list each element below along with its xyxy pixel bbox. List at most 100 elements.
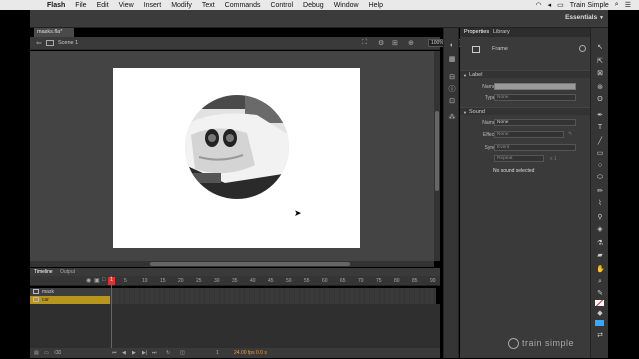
polystar-tool-icon[interactable]: ⬭ [596, 174, 604, 182]
edit-scene-icon[interactable]: ⛶ [362, 39, 367, 47]
components-panel-icon[interactable]: ⁂ [448, 114, 456, 121]
align-panel-icon[interactable]: ⊟ [448, 74, 456, 81]
line-tool-icon[interactable]: ╱ [596, 138, 604, 146]
layer-mask[interactable]: mask [30, 288, 110, 296]
scene-label[interactable]: Scene 1 [58, 40, 78, 46]
onion-skin-icon[interactable]: ◫ [180, 350, 185, 356]
lasso-tool-icon[interactable]: ʘ [596, 96, 604, 104]
eraser-tool-icon[interactable]: ▰ [596, 252, 604, 260]
layer-name[interactable]: mask [42, 289, 54, 295]
sound-repeat-select[interactable]: Repeat [494, 155, 544, 162]
sound-sync-select[interactable]: Event [494, 144, 576, 151]
repeat-count[interactable]: x 1 [550, 156, 557, 162]
spotlight-icon[interactable]: ⌕ [615, 1, 619, 9]
bone-tool-icon[interactable]: ⚲ [596, 214, 604, 222]
masked-car-image[interactable] [185, 95, 289, 199]
layer-frames[interactable] [110, 288, 436, 296]
paint-bucket-tool-icon[interactable]: ◈ [596, 226, 604, 234]
transform-panel-icon[interactable]: ⊡ [448, 98, 456, 105]
layer-car[interactable]: car [30, 296, 110, 304]
label-type-select[interactable]: None [494, 94, 576, 101]
zoom-tool-icon[interactable]: ⌕ [596, 278, 604, 286]
label-section[interactable]: ▼ Label [460, 70, 590, 78]
menu-debug[interactable]: Debug [303, 2, 324, 9]
selection-tool-icon[interactable]: ↖ [596, 44, 604, 52]
info-panel-icon[interactable]: ⓘ [448, 86, 456, 93]
snap-icon[interactable]: ⊞ [392, 39, 398, 47]
notifications-icon[interactable]: ☰ [625, 1, 631, 9]
layer-frames[interactable] [110, 296, 436, 304]
hand-tool-icon[interactable]: ✋ [596, 266, 605, 274]
go-first-frame-icon[interactable]: ⏮ [112, 350, 117, 356]
color-panel-icon[interactable]: ◐ [448, 42, 456, 49]
scroll-thumb[interactable] [435, 111, 439, 191]
menu-insert[interactable]: Insert [144, 2, 162, 9]
fill-color-swatch[interactable] [595, 320, 604, 326]
text-tool-icon[interactable]: T [596, 124, 604, 132]
brush-tool-icon[interactable]: ⌇ [596, 200, 604, 208]
edit-symbols-icon[interactable]: ⚙ [378, 39, 384, 47]
center-stage-icon[interactable]: ⊕ [408, 39, 414, 47]
user-name[interactable]: Train Simple [570, 2, 609, 9]
play-icon[interactable]: ▶ [132, 350, 136, 356]
tab-timeline[interactable]: Timeline [34, 269, 53, 275]
options-icon[interactable] [579, 45, 586, 52]
current-frame[interactable]: 1 [216, 350, 219, 356]
tab-output[interactable]: Output [60, 269, 75, 275]
menu-app[interactable]: Flash [47, 2, 65, 9]
swatches-panel-icon[interactable]: ▦ [448, 56, 456, 63]
subselection-tool-icon[interactable]: ⇱ [596, 58, 604, 66]
playhead[interactable] [111, 276, 112, 356]
menu-modify[interactable]: Modify [171, 2, 192, 9]
menu-file[interactable]: File [75, 2, 86, 9]
outline-icon[interactable]: □ [102, 277, 106, 283]
pencil-tool-icon[interactable]: ✏ [596, 188, 604, 196]
back-arrow-icon[interactable]: ⇐ [36, 39, 42, 47]
go-last-frame-icon[interactable]: ⏭ [152, 350, 157, 356]
wifi-icon[interactable]: ◠ [536, 1, 542, 9]
delete-layer-icon[interactable]: ⌫ [54, 350, 61, 356]
stage-vertical-scrollbar[interactable] [434, 51, 440, 261]
stroke-color-icon[interactable]: ✎ [596, 290, 604, 298]
workspace-switcher[interactable]: Essentials ▼ [565, 14, 604, 21]
sound-name-select[interactable]: None [494, 119, 576, 126]
stage[interactable] [113, 68, 360, 248]
lock-icon[interactable]: ▣ [94, 277, 100, 284]
pen-tool-icon[interactable]: ✒ [596, 112, 604, 120]
pasteboard[interactable]: ➤ [30, 51, 434, 261]
fill-color-icon[interactable]: ◆ [596, 310, 604, 318]
new-folder-icon[interactable]: ▭ [44, 350, 49, 356]
menu-text[interactable]: Text [202, 2, 215, 9]
tab-library[interactable]: Library [493, 29, 510, 35]
eyedropper-tool-icon[interactable]: ⚗ [596, 240, 604, 248]
3d-rotation-tool-icon[interactable]: ⊛ [596, 84, 604, 92]
rectangle-tool-icon[interactable]: ▭ [596, 150, 604, 158]
menu-help[interactable]: Help [369, 2, 383, 9]
frame-rate[interactable]: 24.00 fps [234, 350, 255, 356]
document-tab[interactable]: masks.fla* [34, 28, 74, 37]
sound-effect-select[interactable]: None [494, 131, 564, 138]
free-transform-tool-icon[interactable]: ⊠ [596, 70, 604, 78]
menu-edit[interactable]: Edit [97, 2, 109, 9]
tab-properties[interactable]: Properties [464, 29, 489, 35]
sound-section[interactable]: ▼ Sound [460, 107, 590, 115]
playhead-handle[interactable]: 1 [108, 277, 115, 285]
battery-icon[interactable]: ▭ [557, 1, 564, 9]
menu-window[interactable]: Window [334, 2, 359, 9]
menu-control[interactable]: Control [270, 2, 293, 9]
eye-icon[interactable]: ◉ [86, 277, 91, 284]
swap-colors-icon[interactable]: ⇄ [596, 332, 604, 340]
label-name-input[interactable] [494, 83, 576, 90]
menu-view[interactable]: View [119, 2, 134, 9]
loop-icon[interactable]: ↻ [166, 350, 170, 356]
timeline-ruler[interactable]: ◉ ▣ □ 1 5 10 15 20 25 30 35 40 45 50 55 … [30, 276, 440, 286]
stroke-color-swatch[interactable] [595, 300, 604, 306]
step-forward-icon[interactable]: ▶| [142, 350, 147, 356]
oval-tool-icon[interactable]: ○ [596, 162, 604, 170]
stage-horizontal-scrollbar[interactable] [30, 261, 434, 267]
scroll-thumb[interactable] [150, 262, 350, 266]
new-layer-icon[interactable]: ▤ [34, 350, 39, 356]
step-back-icon[interactable]: ◀ [122, 350, 126, 356]
layer-name[interactable]: car [42, 297, 49, 303]
edit-pencil-icon[interactable]: ✎ [568, 131, 572, 137]
